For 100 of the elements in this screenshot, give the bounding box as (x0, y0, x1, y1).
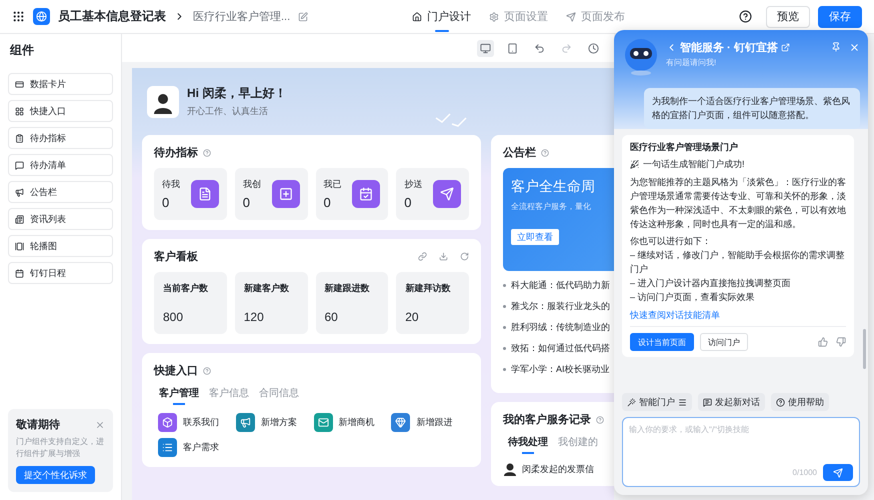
help-icon (203, 366, 211, 374)
clipboard-icon (15, 134, 24, 142)
answer-text: – 访问门户页面，查看实际效果 (630, 291, 756, 304)
skills-link[interactable]: 快速查阅对话技能清单 (630, 309, 846, 322)
edit-icon[interactable] (298, 12, 308, 22)
visit-portal-button[interactable]: 访问门户 (700, 333, 748, 352)
stat-label: 我已 (324, 178, 342, 191)
help-icon (203, 148, 211, 156)
stat-value: 0 (242, 195, 251, 210)
todo-stat[interactable]: 我创 0 (234, 168, 308, 220)
app-grid-icon[interactable] (12, 10, 25, 23)
page-name: 医疗行业客户管理... (193, 10, 290, 24)
category-tab[interactable]: 客户管理 (159, 386, 199, 405)
desktop-icon[interactable] (480, 42, 491, 54)
bullet-icon (503, 284, 506, 287)
robot-avatar-icon (622, 36, 660, 76)
stat-value: 0 (162, 195, 170, 210)
shortcut-item[interactable]: 新增商机 (314, 413, 392, 432)
component-item[interactable]: 数据卡片 (8, 73, 113, 95)
slides-icon (15, 242, 24, 250)
metric-value: 20 (405, 310, 420, 324)
card-icon (15, 80, 24, 88)
download-icon[interactable] (439, 252, 448, 261)
assistant-chip[interactable]: 智能门户 (622, 393, 692, 411)
component-item[interactable]: 待办清单 (8, 154, 113, 176)
component-item[interactable]: 轮播图 (8, 235, 113, 257)
send-button[interactable] (823, 464, 853, 481)
newspaper-icon (15, 214, 24, 224)
answer-text: 一句话生成智能门户成功! (643, 158, 745, 171)
preview-button[interactable]: 预览 (766, 6, 810, 28)
record-tab[interactable]: 待我处理 (508, 435, 548, 454)
app-logo (33, 8, 50, 25)
send-icon (833, 468, 843, 478)
view-button[interactable]: 立即查看 (511, 229, 559, 245)
component-item[interactable]: 钉钉日程 (8, 262, 113, 284)
help-icon (541, 148, 549, 156)
record-item[interactable]: 闵柔发起的发票信 (522, 462, 594, 476)
sidebar-title: 组件 (10, 42, 35, 59)
request-button[interactable]: 提交个性化诉求 (16, 466, 95, 484)
megaphone-icon (15, 188, 24, 196)
todo-stat[interactable]: 待我 0 (154, 168, 227, 220)
card-title: 待办指标 (154, 146, 198, 160)
component-item[interactable]: 快捷入口 (8, 100, 113, 122)
char-counter: 0/1000 (792, 468, 817, 477)
todo-stat[interactable]: 我已 0 (316, 168, 388, 220)
shortcut-item[interactable]: 联系我们 (158, 413, 236, 432)
app-name: 员工基本信息登记表 (58, 8, 166, 25)
metric-label: 新建跟进数 (324, 282, 370, 295)
component-item[interactable]: 公告栏 (8, 181, 113, 203)
todo-stat[interactable]: 抄送 0 (396, 168, 469, 220)
assistant-subtitle: 有问题请问我! (666, 57, 718, 68)
document-icon (190, 180, 219, 208)
shortcut-item[interactable]: 客户需求 (158, 438, 236, 457)
thumbs-up-icon[interactable] (818, 337, 828, 348)
calendar-icon (15, 268, 24, 278)
wand-icon (627, 398, 636, 406)
thumbs-down-icon[interactable] (836, 337, 846, 348)
send-icon (566, 12, 576, 22)
external-link-icon[interactable] (780, 43, 790, 52)
refresh-icon[interactable] (460, 252, 469, 261)
component-item[interactable]: 资讯列表 (8, 208, 113, 230)
shortcut-item[interactable]: 新增方案 (236, 413, 314, 432)
settings-icon (489, 12, 500, 22)
mobile-icon[interactable] (507, 42, 518, 54)
save-button[interactable]: 保存 (818, 6, 862, 28)
chat-icon (703, 398, 712, 406)
link-icon[interactable] (418, 252, 427, 261)
metric-label: 新建客户数 (244, 282, 290, 295)
bullet-icon (503, 368, 506, 371)
stat-label: 我创 (242, 178, 261, 191)
undo-icon[interactable] (534, 42, 545, 54)
grid-icon (15, 106, 24, 116)
close-icon[interactable] (95, 420, 105, 430)
design-page-button[interactable]: 设计当前页面 (630, 333, 694, 352)
card-title: 我的客户服务记录 (503, 412, 591, 427)
scrollbar[interactable] (863, 328, 866, 369)
answer-title: 医疗行业客户管理场景门户 (630, 140, 739, 154)
assistant-chip[interactable]: 使用帮助 (771, 393, 829, 411)
news-link[interactable]: 雅戈尔：服装行业龙头的 (511, 300, 610, 313)
news-link[interactable]: 胜利羽绒：传统制造业的 (511, 321, 610, 334)
metric-value: 800 (163, 310, 184, 324)
news-link[interactable]: 学军小学：AI校长驱动业 (511, 363, 610, 376)
news-link[interactable]: 科大能通：低代码助力新 (511, 279, 610, 292)
nav-tab[interactable]: 门户设计 (412, 0, 472, 34)
news-link[interactable]: 致拓：如何通过低代码搭 (511, 342, 610, 355)
pin-icon[interactable] (831, 42, 841, 52)
close-icon[interactable] (849, 42, 860, 53)
redo-icon[interactable] (561, 42, 572, 54)
metric-label: 新建拜访数 (405, 282, 452, 295)
history-icon[interactable] (588, 42, 599, 54)
calendar-check-icon (352, 180, 380, 208)
user-message: 为我制作一个适合医疗行业客户管理场景、紫色风格的宜搭门户页面，组件可以随意搭配。 (644, 88, 860, 129)
component-item[interactable]: 待办指标 (8, 127, 113, 149)
promo-text: 门户组件支持自定义，进行组件扩展与增强 (16, 436, 105, 460)
answer-text: – 继续对话，修改门户，智能助手会根据你的需求调整门户 (630, 249, 846, 276)
metric-label: 当前客户数 (163, 282, 209, 295)
assistant-chip[interactable]: 发起新对话 (698, 393, 765, 411)
metric-value: 120 (244, 310, 265, 324)
help-icon[interactable] (739, 10, 752, 23)
shortcut-item[interactable]: 新增跟进 (391, 413, 469, 432)
